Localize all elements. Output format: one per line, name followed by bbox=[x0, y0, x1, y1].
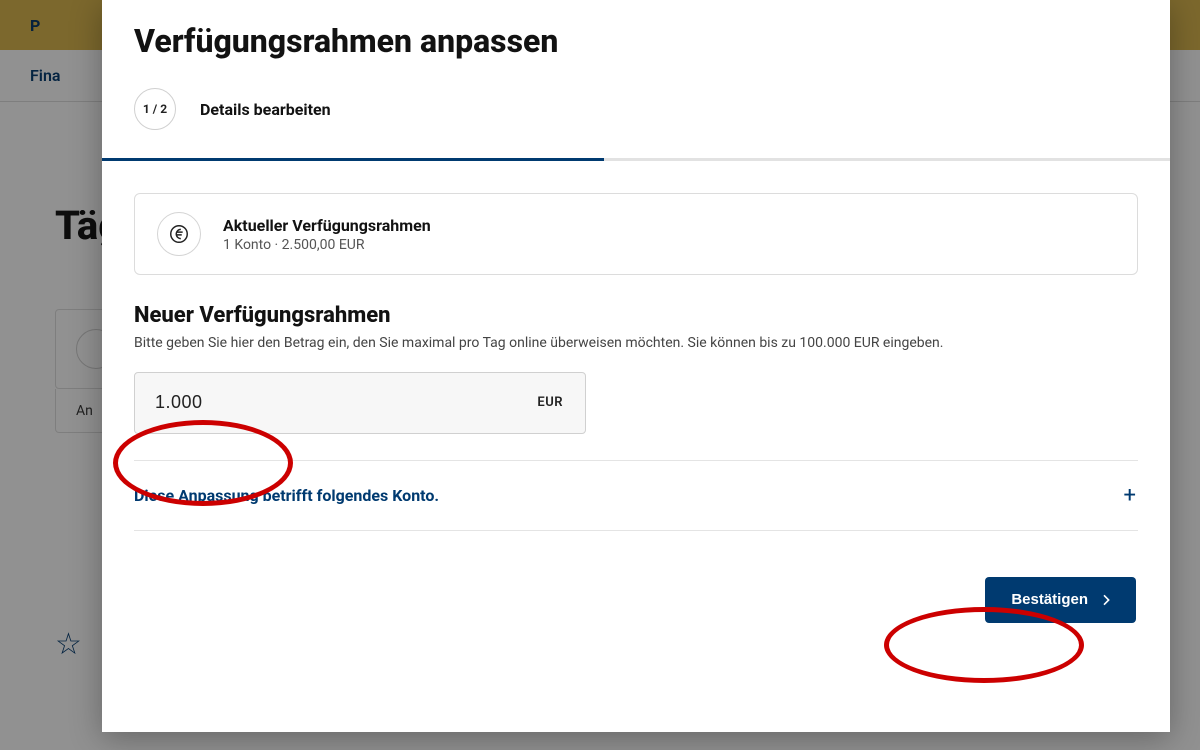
amount-input[interactable] bbox=[155, 392, 565, 413]
step-counter: 1 / 2 bbox=[134, 88, 176, 130]
current-limit-card: Aktueller Verfügungsrahmen 1 Konto · 2.5… bbox=[134, 193, 1138, 275]
step-label: Details bearbeiten bbox=[200, 100, 331, 119]
plus-icon: + bbox=[1124, 483, 1138, 508]
confirm-button-label: Bestätigen bbox=[1011, 591, 1088, 608]
progress-fill bbox=[102, 158, 604, 161]
modal-title: Verfügungsrahmen anpassen bbox=[102, 0, 1170, 60]
confirm-button[interactable]: Bestätigen bbox=[985, 577, 1136, 623]
stepper: 1 / 2 Details bearbeiten bbox=[102, 60, 1170, 158]
amount-input-wrapper[interactable]: EUR bbox=[134, 372, 586, 434]
chevron-right-icon bbox=[1098, 592, 1114, 608]
new-limit-heading: Neuer Verfügungsrahmen bbox=[134, 303, 1138, 328]
new-limit-description: Bitte geben Sie hier den Betrag ein, den… bbox=[134, 334, 1138, 354]
affected-account-toggle[interactable]: Diese Anpassung betrifft folgendes Konto… bbox=[134, 461, 1138, 530]
adjust-limit-modal: Verfügungsrahmen anpassen 1 / 2 Details … bbox=[102, 0, 1170, 732]
affected-account-label: Diese Anpassung betrifft folgendes Konto… bbox=[134, 486, 439, 505]
current-limit-subtitle: 1 Konto · 2.500,00 EUR bbox=[223, 237, 431, 253]
current-limit-title: Aktueller Verfügungsrahmen bbox=[223, 216, 431, 235]
euro-limit-icon bbox=[157, 212, 201, 256]
currency-label: EUR bbox=[537, 395, 563, 410]
